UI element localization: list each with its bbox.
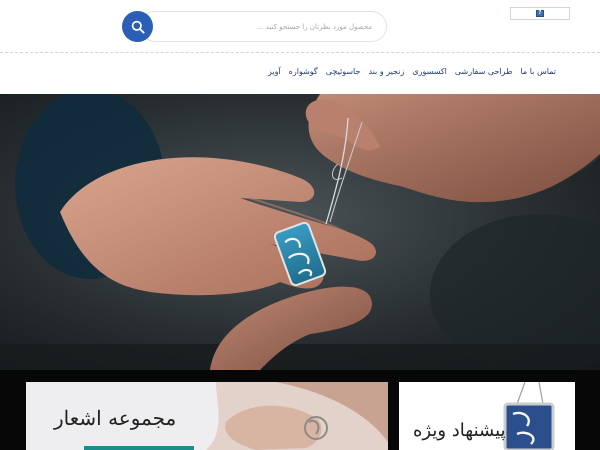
nav-item-keychain[interactable]: جاسوئیچی (326, 67, 361, 76)
nav-item-contact[interactable]: تماس با ما (520, 67, 556, 76)
poetry-card-title: مجموعه اشعار (54, 406, 177, 430)
main-navigation: آویز گوشواره جاسوئیچی زنجیر و بند اکسسور… (0, 54, 600, 94)
search-bar (122, 11, 387, 42)
search-field (140, 11, 387, 42)
search-button[interactable] (122, 11, 153, 42)
hero-banner[interactable] (0, 94, 600, 370)
poetry-card-accent-bar (84, 446, 194, 450)
language-selector[interactable]: ? (510, 7, 570, 20)
special-offer-title: پیشنهاد ویژه (413, 420, 506, 441)
site-header: ? (0, 0, 600, 53)
nav-list: آویز گوشواره جاسوئیچی زنجیر و بند اکسسور… (260, 67, 556, 76)
nav-item-chain-bracelet[interactable]: زنجیر و بند (368, 67, 404, 76)
nav-item-earring[interactable]: گوشواره (289, 67, 318, 76)
nav-item-accessory[interactable]: اکسسوری (412, 67, 447, 76)
poetry-collection-card[interactable]: مجموعه اشعار (26, 382, 388, 450)
language-flag-icon: ? (536, 10, 544, 17)
search-icon (131, 20, 145, 34)
nav-item-pendant[interactable]: آویز (268, 67, 281, 76)
hero-image (0, 94, 600, 370)
nav-item-custom-design[interactable]: طراحی سفارشی (455, 67, 513, 76)
search-input[interactable] (161, 19, 372, 35)
special-offer-card[interactable]: پیشنهاد ویژه (399, 382, 575, 450)
